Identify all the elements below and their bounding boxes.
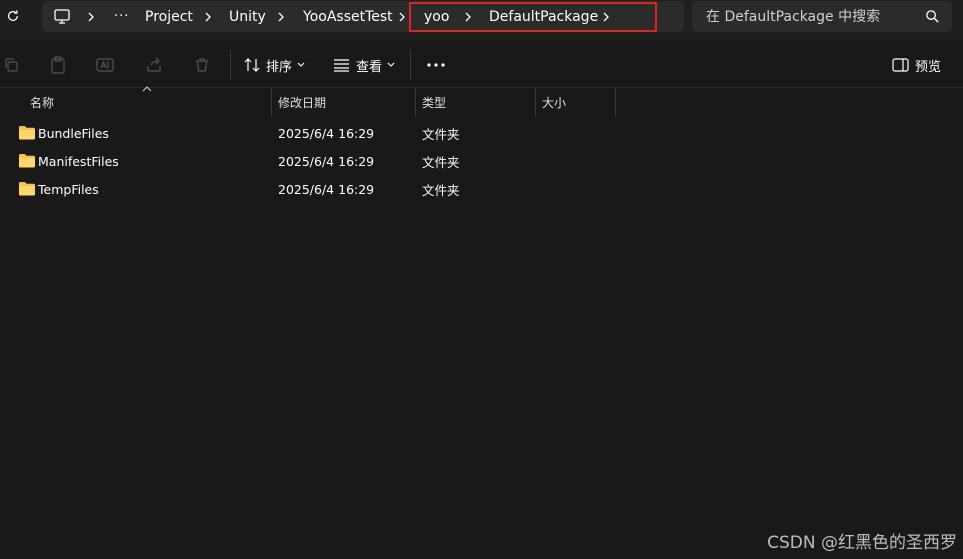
view-button[interactable]: 查看 bbox=[333, 52, 395, 78]
column-modified[interactable]: 修改日期 bbox=[272, 88, 414, 116]
refresh-button[interactable] bbox=[2, 5, 24, 27]
file-row-bundlefiles[interactable]: BundleFiles 2025/6/4 16:29 文件夹 bbox=[0, 119, 963, 147]
search-input[interactable] bbox=[692, 1, 922, 32]
breadcrumb-item-defaultpackage[interactable]: DefaultPackage bbox=[489, 1, 598, 32]
file-modified: 2025/6/4 16:29 bbox=[278, 181, 375, 197]
more-options-button[interactable] bbox=[424, 52, 448, 78]
chevron-right-icon[interactable] bbox=[204, 1, 212, 32]
sort-icon bbox=[244, 58, 260, 72]
monitor-icon bbox=[54, 9, 70, 24]
column-header: 名称 修改日期 类型 大小 bbox=[0, 86, 963, 116]
rename-button[interactable] bbox=[95, 52, 115, 78]
breadcrumb-item-unity[interactable]: Unity bbox=[229, 1, 266, 32]
column-type[interactable]: 类型 bbox=[416, 88, 534, 116]
file-type: 文件夹 bbox=[422, 126, 460, 142]
command-bar: 排序 查看 预览 bbox=[0, 40, 963, 88]
breadcrumb-item-yoo[interactable]: yoo bbox=[424, 1, 449, 32]
chevron-down-icon bbox=[297, 62, 305, 67]
command-bar-divider bbox=[410, 50, 411, 80]
file-explorer-window: ··· Project Unity YooAssetTest yoo Defau… bbox=[0, 0, 963, 559]
address-bar-row: ··· Project Unity YooAssetTest yoo Defau… bbox=[0, 0, 963, 40]
share-button[interactable] bbox=[144, 52, 164, 78]
file-name[interactable]: BundleFiles bbox=[38, 119, 109, 147]
breadcrumb-more-button[interactable]: ··· bbox=[114, 1, 129, 32]
breadcrumb[interactable]: ··· Project Unity YooAssetTest yoo Defau… bbox=[42, 1, 684, 32]
file-name[interactable]: ManifestFiles bbox=[38, 147, 119, 175]
rename-icon bbox=[96, 58, 114, 72]
clipboard-icon bbox=[51, 56, 65, 74]
chevron-right-icon[interactable] bbox=[464, 1, 472, 32]
delete-button[interactable] bbox=[192, 52, 212, 78]
breadcrumb-item-yooassettest[interactable]: YooAssetTest bbox=[303, 1, 393, 32]
trash-icon bbox=[196, 58, 208, 72]
preview-pane-button[interactable]: 预览 bbox=[892, 52, 941, 78]
command-bar-divider bbox=[230, 50, 231, 80]
column-name[interactable]: 名称 bbox=[24, 88, 270, 116]
file-row-manifestfiles[interactable]: ManifestFiles 2025/6/4 16:29 文件夹 bbox=[0, 147, 963, 175]
column-divider[interactable] bbox=[615, 88, 616, 116]
refresh-icon bbox=[8, 10, 18, 21]
file-type: 文件夹 bbox=[422, 154, 460, 170]
search-icon[interactable] bbox=[925, 9, 940, 24]
preview-pane-icon bbox=[892, 58, 909, 72]
folder-icon bbox=[19, 126, 35, 140]
file-modified: 2025/6/4 16:29 bbox=[278, 153, 375, 169]
sort-label: 排序 bbox=[266, 59, 293, 75]
view-label: 查看 bbox=[356, 59, 383, 75]
chevron-right-icon[interactable] bbox=[277, 1, 285, 32]
file-name[interactable]: TempFiles bbox=[38, 175, 99, 203]
share-icon bbox=[147, 57, 161, 72]
this-pc-button[interactable] bbox=[54, 1, 70, 32]
chevron-right-icon[interactable] bbox=[398, 1, 406, 32]
column-size[interactable]: 大小 bbox=[536, 88, 614, 116]
preview-label: 预览 bbox=[915, 59, 942, 75]
chevron-right-icon[interactable] bbox=[602, 1, 610, 32]
folder-icon bbox=[19, 182, 35, 196]
copy-icon bbox=[5, 58, 18, 72]
chevron-down-icon bbox=[387, 62, 395, 67]
file-type: 文件夹 bbox=[422, 182, 460, 198]
breadcrumb-item-project[interactable]: Project bbox=[145, 1, 193, 32]
file-modified: 2025/6/4 16:29 bbox=[278, 125, 375, 141]
copy-button[interactable] bbox=[2, 52, 20, 78]
folder-icon bbox=[19, 154, 35, 168]
more-icon bbox=[427, 63, 445, 67]
chevron-right-icon[interactable] bbox=[87, 1, 95, 32]
watermark: CSDN @红黑色的圣西罗 bbox=[767, 533, 957, 553]
search-box[interactable] bbox=[692, 1, 952, 32]
file-row-tempfiles[interactable]: TempFiles 2025/6/4 16:29 文件夹 bbox=[0, 175, 963, 203]
sort-button[interactable]: 排序 bbox=[244, 52, 305, 78]
view-list-icon bbox=[334, 59, 349, 72]
paste-button[interactable] bbox=[48, 52, 68, 78]
